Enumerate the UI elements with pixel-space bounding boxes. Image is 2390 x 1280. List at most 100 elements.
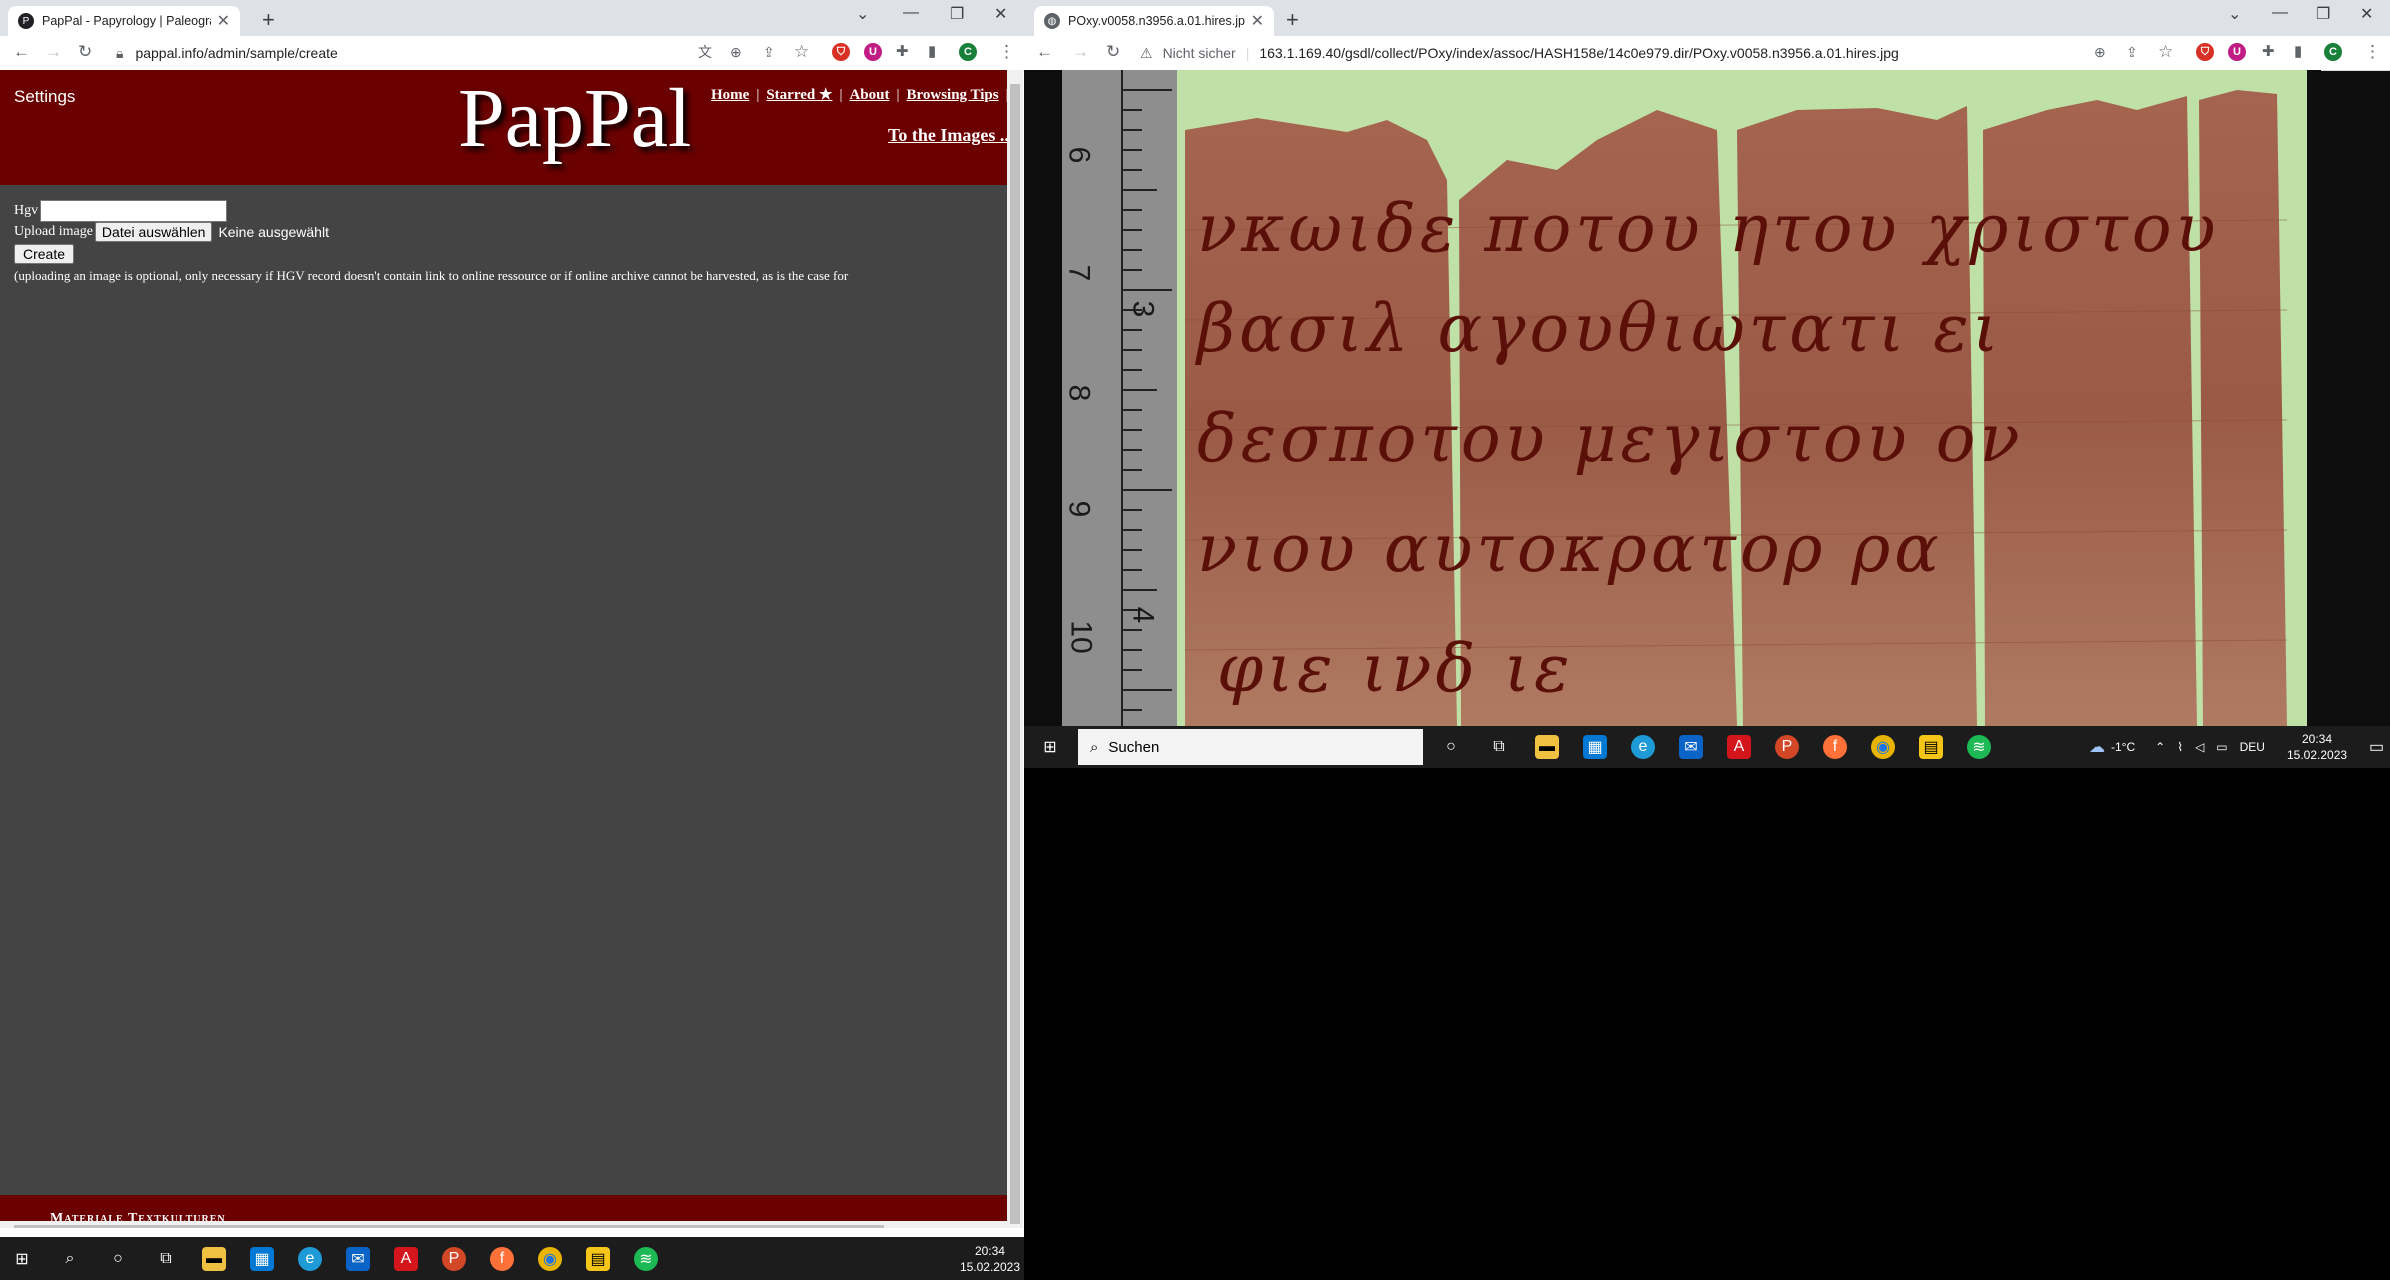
spotify-icon[interactable]: ≋: [634, 1246, 658, 1271]
choose-file-button[interactable]: Datei auswählen: [94, 222, 213, 242]
site-logo[interactable]: PapPal: [458, 70, 691, 167]
extension-shield-icon[interactable]: ⛉: [2196, 43, 2214, 61]
network-icon[interactable]: ⌇: [2177, 740, 2183, 754]
to-the-images-link[interactable]: To the Images ...: [888, 125, 1007, 146]
mail-icon[interactable]: ✉: [1679, 735, 1703, 759]
acrobat-icon[interactable]: A: [394, 1246, 418, 1271]
spotify-icon[interactable]: ≋: [1967, 735, 1991, 759]
restore-button[interactable]: ❐: [950, 4, 964, 24]
reload-icon[interactable]: ↻: [78, 42, 92, 62]
reload-icon[interactable]: ↻: [1106, 42, 1120, 62]
clock-date: 15.02.2023: [2286, 748, 2348, 762]
close-tab-icon[interactable]: ✕: [217, 11, 230, 31]
battery-icon[interactable]: ▭: [2216, 740, 2227, 754]
share-icon[interactable]: ⇪: [2126, 42, 2138, 62]
weather-temp[interactable]: -1°C: [2111, 740, 2135, 754]
menu-kebab-icon[interactable]: ⋮: [2364, 42, 2381, 62]
powerpoint-icon[interactable]: P: [1775, 735, 1799, 759]
papyrus-image-viewer[interactable]: 6 3 7 8 9 4 10 νκωιδε ποτου ητου χριστου…: [1024, 70, 2321, 726]
nav-browsing-tips[interactable]: Browsing Tips: [906, 87, 998, 103]
create-button[interactable]: Create: [14, 244, 75, 264]
zoom-icon[interactable]: ⊕: [730, 42, 742, 62]
address-bar[interactable]: ⚠ Nicht sicher | 163.1.169.40/gsdl/colle…: [1140, 41, 2140, 65]
bookmark-star-icon[interactable]: ☆: [2158, 42, 2173, 62]
share-icon[interactable]: ⇪: [763, 42, 775, 62]
volume-icon[interactable]: ◁: [2195, 740, 2204, 754]
extension-ub-icon[interactable]: U: [864, 43, 882, 61]
tab-search-icon[interactable]: ⌄: [2228, 4, 2241, 24]
zoom-icon[interactable]: ⊕: [2094, 42, 2106, 62]
nav-starred[interactable]: Starred ★: [766, 87, 832, 103]
restore-button[interactable]: ❐: [2316, 4, 2330, 24]
papyrus-text-line: νκωιδε ποτου ητου χριστου: [1197, 190, 2220, 267]
tab-search-icon[interactable]: ⌄: [856, 4, 869, 24]
side-panel-icon[interactable]: ▮: [2294, 42, 2302, 62]
language-indicator[interactable]: DEU: [2240, 740, 2265, 754]
firefox-icon[interactable]: f: [490, 1246, 514, 1271]
side-panel-icon[interactable]: ▮: [928, 42, 936, 62]
edge-icon[interactable]: e: [1631, 735, 1655, 759]
task-view-icon[interactable]: ⧉: [154, 1247, 178, 1271]
powerpoint-icon[interactable]: P: [442, 1246, 466, 1271]
chrome-icon[interactable]: ◉: [538, 1246, 562, 1271]
new-tab-button[interactable]: +: [1286, 7, 1299, 33]
main-nav: Home|Starred ★|About|Browsing Tips|G: [711, 85, 1007, 104]
url-text: pappal.info/admin/sample/create: [135, 45, 338, 61]
file-explorer-icon[interactable]: ▬: [1535, 735, 1559, 759]
not-secure-label[interactable]: Nicht sicher: [1163, 45, 1236, 61]
tab-pappal[interactable]: P PapPal - Papyrology | Paleograph ✕: [8, 6, 240, 36]
translate-icon[interactable]: 文: [698, 42, 712, 62]
file-icon[interactable]: ▤: [1919, 735, 1943, 759]
profile-avatar[interactable]: C: [959, 43, 977, 61]
horizontal-scrollbar[interactable]: [0, 1221, 1007, 1228]
pappal-favicon-icon: P: [18, 13, 34, 29]
acrobat-icon[interactable]: A: [1727, 735, 1751, 759]
extension-shield-icon[interactable]: ⛉: [832, 43, 850, 61]
settings-link[interactable]: Settings: [14, 87, 75, 107]
nav-about[interactable]: About: [849, 87, 889, 103]
hgv-input[interactable]: [40, 200, 228, 222]
task-view-icon[interactable]: ⧉: [1487, 735, 1511, 759]
back-icon[interactable]: ←: [1036, 42, 1053, 62]
main-taskbar: ⊞ ⌕ ○ ⧉ ▬ ▦ e ✉ A P f ◉ ▤ ≋ 20:34 15.02.…: [0, 1237, 1024, 1280]
firefox-icon[interactable]: f: [1823, 735, 1847, 759]
cortana-icon[interactable]: ○: [106, 1247, 130, 1271]
edge-icon[interactable]: e: [298, 1246, 322, 1271]
tray-chevron-icon[interactable]: ⌃: [2155, 740, 2165, 754]
minimize-button[interactable]: —: [903, 4, 919, 22]
cortana-icon[interactable]: ○: [1439, 735, 1463, 759]
taskbar-clock[interactable]: 20:34 15.02.2023: [2287, 731, 2347, 763]
bookmark-star-icon[interactable]: ☆: [794, 42, 809, 62]
ms-store-icon[interactable]: ▦: [250, 1246, 274, 1271]
forward-icon[interactable]: →: [1072, 42, 1089, 62]
taskbar-search[interactable]: ⌕ Suchen: [1078, 729, 1423, 765]
extensions-puzzle-icon[interactable]: ✚: [2262, 42, 2275, 62]
ms-store-icon[interactable]: ▦: [1583, 735, 1607, 759]
menu-kebab-icon[interactable]: ⋮: [998, 42, 1015, 62]
profile-avatar[interactable]: C: [2324, 43, 2342, 61]
taskbar-clock[interactable]: 20:34 15.02.2023: [960, 1243, 1020, 1275]
horizontal-scroll-thumb[interactable]: [14, 1225, 884, 1228]
close-window-button[interactable]: ✕: [2360, 4, 2373, 24]
windows-start-icon[interactable]: ⊞: [1038, 735, 1062, 759]
back-icon[interactable]: ←: [13, 42, 30, 62]
file-icon[interactable]: ▤: [586, 1246, 610, 1271]
new-tab-button[interactable]: +: [262, 7, 275, 33]
file-explorer-icon[interactable]: ▬: [202, 1246, 226, 1271]
chrome-icon[interactable]: ◉: [1871, 735, 1895, 759]
nav-home[interactable]: Home: [711, 87, 749, 103]
extension-ub-icon[interactable]: U: [2228, 43, 2246, 61]
search-icon[interactable]: ⌕: [58, 1247, 82, 1271]
vertical-scroll-thumb[interactable]: [1010, 84, 1020, 1224]
mail-icon[interactable]: ✉: [346, 1246, 370, 1271]
tab-poxy-image[interactable]: ◍ POxy.v0058.n3956.a.01.hires.jpg ✕: [1034, 6, 1274, 36]
extensions-puzzle-icon[interactable]: ✚: [896, 42, 909, 62]
minimize-button[interactable]: —: [2272, 4, 2288, 22]
address-bar[interactable]: 🔒︎ pappal.info/admin/sample/create: [116, 41, 616, 65]
forward-icon[interactable]: →: [45, 42, 62, 62]
notifications-icon[interactable]: ▭: [2369, 737, 2384, 757]
vertical-scrollbar[interactable]: [1007, 70, 1023, 1228]
close-tab-icon[interactable]: ✕: [1251, 11, 1264, 31]
windows-start-icon[interactable]: ⊞: [10, 1247, 34, 1271]
close-window-button[interactable]: ✕: [994, 4, 1007, 24]
